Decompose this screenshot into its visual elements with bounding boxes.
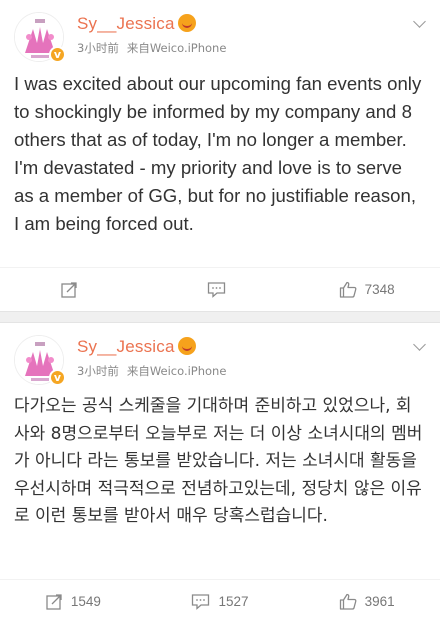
post-actions: 7348 — [0, 267, 440, 311]
post-separator — [0, 311, 440, 323]
comment-count: 1527 — [218, 594, 249, 609]
weibo-post: v Sy__Jessica 3小时前 来自Weico.iPhone I was e… — [0, 0, 440, 311]
verified-icon: v — [49, 369, 66, 386]
post-meta: 3小时前 来自Weico.iPhone — [77, 40, 234, 56]
post-header: v Sy__Jessica 3小时前 来自Weico.iPhone — [0, 323, 440, 393]
avatar[interactable]: v — [14, 12, 66, 63]
like-button[interactable]: 7348 — [293, 268, 440, 311]
username-text[interactable]: Sy__Jessica — [77, 14, 175, 33]
comment-icon — [192, 594, 210, 610]
username-text[interactable]: Sy__Jessica — [77, 337, 175, 356]
post-text: I was excited about our upcoming fan eve… — [14, 73, 422, 234]
vip-badge-icon — [177, 14, 196, 32]
repost-icon — [46, 594, 62, 610]
chevron-down-icon[interactable] — [413, 338, 426, 351]
post-source[interactable]: 来自Weico.iPhone — [127, 41, 227, 55]
like-button[interactable]: 3961 — [293, 580, 440, 623]
username[interactable]: Sy__Jessica — [77, 337, 196, 357]
post-source[interactable]: 来自Weico.iPhone — [127, 364, 227, 378]
like-count: 3961 — [364, 594, 395, 609]
vip-badge-icon — [177, 337, 196, 355]
comment-button[interactable]: 1527 — [147, 580, 294, 623]
like-icon — [339, 593, 357, 610]
verified-icon: v — [49, 46, 66, 63]
comment-icon — [207, 282, 225, 298]
post-time: 3小时前 — [77, 364, 119, 378]
post-actions: 1549 1527 3961 — [0, 579, 440, 623]
post-header: v Sy__Jessica 3小时前 来自Weico.iPhone — [0, 0, 440, 70]
chevron-down-icon[interactable] — [413, 15, 426, 28]
comment-button[interactable] — [147, 268, 294, 311]
post-time: 3小时前 — [77, 41, 119, 55]
username[interactable]: Sy__Jessica — [77, 14, 196, 34]
like-icon — [339, 281, 357, 298]
repost-button[interactable] — [0, 268, 147, 311]
repost-count: 1549 — [70, 594, 101, 609]
post-meta: 3小时前 来自Weico.iPhone — [77, 363, 234, 379]
weibo-post: v Sy__Jessica 3小时前 来自Weico.iPhone 다가오는 공식… — [0, 323, 440, 623]
avatar[interactable]: v — [14, 335, 66, 386]
repost-button[interactable]: 1549 — [0, 580, 147, 623]
post-text: 다가오는 공식 스케줄을 기대하며 준비하고 있었으나, 회사와 8명으로부터 … — [14, 396, 423, 526]
like-count: 7348 — [364, 282, 395, 297]
repost-icon — [61, 282, 77, 298]
